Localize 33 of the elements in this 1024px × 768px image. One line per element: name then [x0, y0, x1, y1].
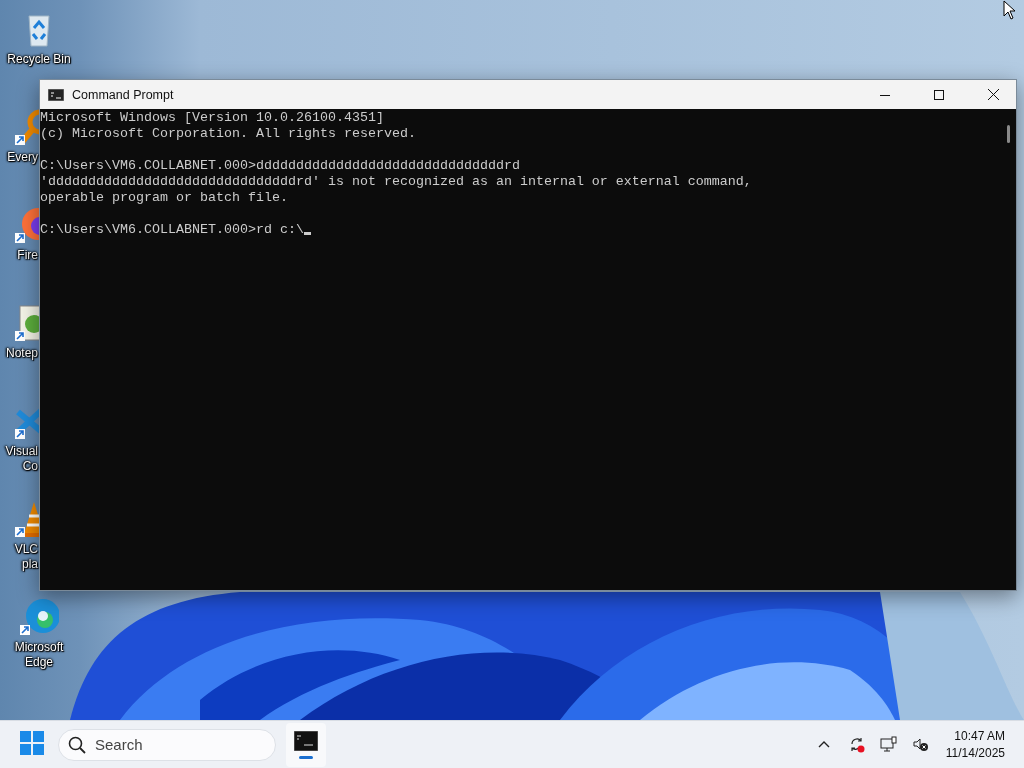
maximize-icon — [934, 89, 944, 100]
console-line: operable program or batch file. — [40, 190, 288, 205]
speaker-muted-icon — [912, 736, 930, 753]
desktop-icon-label: Fire — [17, 248, 38, 263]
clock-time[interactable]: 10:47 AM — [954, 727, 1005, 745]
desktop-icon-label: Notep — [5, 346, 38, 361]
clock-date[interactable]: 11/14/2025 — [945, 744, 1005, 762]
terminal-icon — [294, 730, 318, 751]
console-line: Microsoft Windows [Version 10.0.26100.4351] — [40, 110, 384, 125]
sync-icon — [848, 736, 866, 753]
search-field[interactable]: Search — [58, 728, 276, 761]
desktop-icon-label: pla — [22, 557, 38, 572]
windows-icon — [20, 731, 44, 755]
desktop-icon-label: Co — [22, 459, 38, 474]
console-line: 'dddddddddddddddddddddddddddddddrd' is not recognized as an internal or external command, — [40, 174, 752, 189]
notepad-icon[interactable] — [14, 302, 39, 342]
desktop-icon-label: Every — [7, 150, 38, 165]
search-icon — [68, 735, 86, 754]
console-line: C:\Users\VM6.COLLABNET.000>rd c:\ — [40, 222, 304, 237]
terminal-icon — [48, 88, 64, 101]
window-title: Command Prompt — [72, 87, 175, 102]
terminal-taskbar-button[interactable] — [286, 722, 326, 767]
mouse-pointer-icon — [1003, 0, 1017, 20]
desktop-icon-label: Edge — [25, 655, 53, 670]
text-cursor — [303, 232, 311, 235]
monitor-icon — [880, 736, 898, 753]
console-line: (c) Microsoft Corporation. All rights reserved. — [40, 126, 416, 141]
console-line: C:\Users\VM6.COLLABNET.000>dddddddddddddddddddddddddddddddrd — [40, 158, 520, 173]
desktop-icon-label: Visual — [5, 444, 38, 459]
desktop-icon-label: VLC — [14, 542, 38, 557]
desktop-icon-label: Recycle Bin — [7, 52, 71, 67]
desktop-icon-label: Microsoft — [14, 640, 64, 655]
close-icon — [987, 89, 999, 100]
